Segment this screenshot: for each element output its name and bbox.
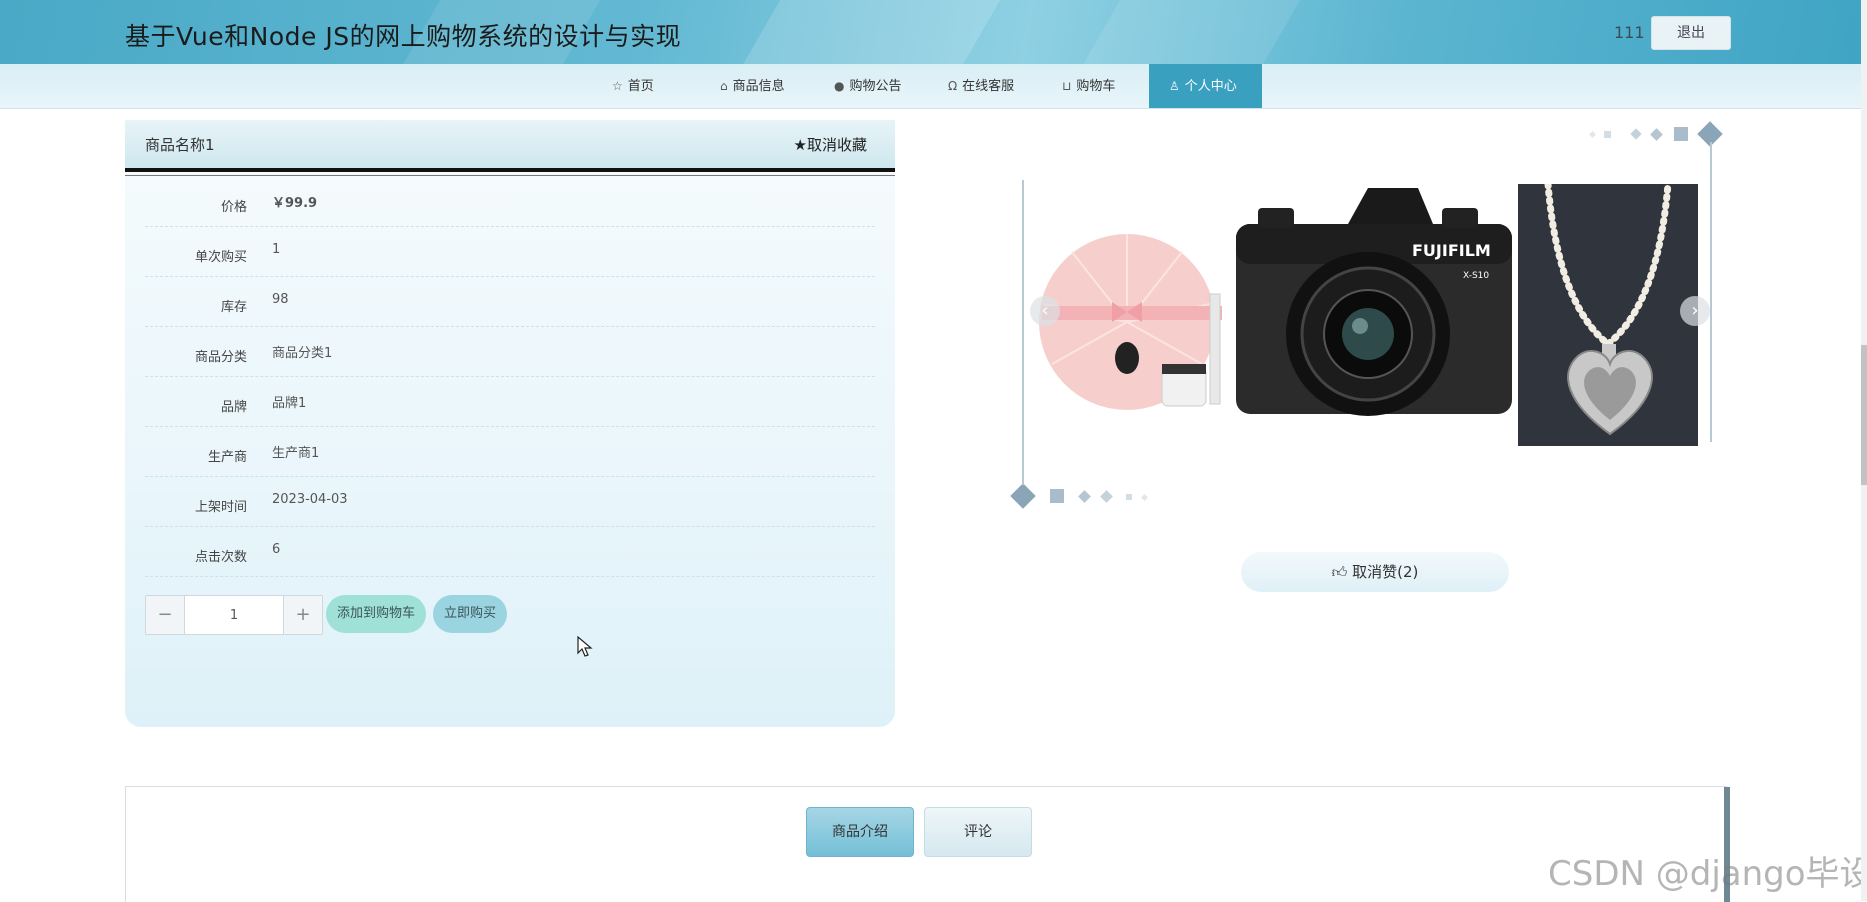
field-value: 商品分类1	[272, 346, 333, 361]
detail-row-category: 商品分类 商品分类1	[145, 326, 875, 377]
square-decoration	[1674, 127, 1688, 141]
top-header: 基于Vue和Node JS的网上购物系统的设计与实现 111 退出	[0, 0, 1867, 64]
user-icon: ♙	[1169, 79, 1180, 93]
cosmetics-image[interactable]	[1032, 184, 1228, 446]
info-circle-icon: ●	[834, 79, 845, 93]
product-name: 商品名称1	[145, 136, 215, 154]
add-to-cart-button[interactable]: 添加到购物车	[326, 595, 426, 633]
field-label: 库存	[220, 300, 247, 315]
cart-icon: ⊔	[1062, 79, 1072, 93]
quantity-stepper: − +	[145, 595, 323, 635]
header-decoration	[728, 0, 1012, 64]
star-outline-icon: ☆	[612, 79, 623, 93]
square-decoration	[1604, 131, 1611, 138]
nav-item-announcements[interactable]: ● 购物公告	[834, 64, 902, 108]
field-label: 上架时间	[194, 500, 247, 515]
diamond-decoration	[1650, 128, 1663, 141]
product-header: 商品名称1 ★取消收藏	[125, 120, 895, 176]
bag-icon: ⌂	[720, 79, 728, 93]
diamond-decoration	[1140, 493, 1149, 502]
site-title: 基于Vue和Node JS的网上购物系统的设计与实现	[125, 22, 682, 51]
carousel-next-button[interactable]: ›	[1680, 296, 1710, 326]
diamond-decoration	[1588, 130, 1597, 139]
nav-label: 购物车	[1076, 79, 1116, 94]
field-label: 商品分类	[194, 350, 247, 365]
main-nav: ☆ 首页 ⌂ 商品信息 ● 购物公告 Ω 在线客服 ⊔ 购物车 ♙ 个人中心	[0, 64, 1867, 109]
carousel-prev-button[interactable]: ‹	[1030, 296, 1060, 326]
detail-row-per-purchase: 单次购买 1	[145, 226, 875, 277]
star-icon: ★	[793, 136, 807, 154]
diamond-decoration	[1630, 128, 1642, 140]
nav-item-products[interactable]: ⌂ 商品信息	[720, 64, 785, 108]
unfavorite-button[interactable]: ★取消收藏	[794, 134, 867, 155]
field-label: 品牌	[220, 400, 247, 415]
field-label: 点击次数	[194, 550, 247, 565]
detail-row-brand: 品牌 品牌1	[145, 376, 875, 427]
nav-label: 个人中心	[1184, 79, 1237, 94]
camera-brand-text: FUJIFILM	[1412, 241, 1491, 260]
header-decoration	[1068, 0, 1312, 64]
field-value: 品牌1	[272, 396, 307, 411]
detail-row-stock: 库存 98	[145, 276, 875, 327]
field-value: 1	[272, 242, 281, 257]
field-label: 单次购买	[194, 250, 247, 265]
quantity-increase-button[interactable]: +	[283, 596, 322, 634]
unlike-label: 取消赞(2)	[1352, 563, 1419, 581]
headset-icon: Ω	[948, 79, 958, 93]
nav-item-customer-service[interactable]: Ω 在线客服	[948, 64, 1014, 108]
frame-line	[1022, 180, 1024, 485]
square-decoration	[1050, 489, 1064, 503]
field-value: 98	[272, 292, 289, 307]
diamond-decoration	[1010, 483, 1036, 509]
nav-label: 首页	[627, 79, 654, 94]
detail-row-manufacturer: 生产商 生产商1	[145, 426, 875, 477]
frame-line	[1710, 142, 1712, 442]
watermark: CSDN @django毕设	[1548, 854, 1867, 894]
field-value: 6	[272, 542, 281, 557]
carousel-slides: FUJIFILM X-S10	[1032, 184, 1698, 446]
nav-item-home[interactable]: ☆ 首页	[612, 64, 654, 108]
tab-comments[interactable]: 评论	[924, 807, 1032, 857]
field-label: 生产商	[207, 450, 247, 465]
nav-item-personal-center[interactable]: ♙ 个人中心	[1149, 64, 1262, 108]
username: 111	[1614, 23, 1645, 42]
product-tabs-panel: 商品介绍 评论	[125, 786, 1730, 902]
field-value: ￥99.9	[272, 196, 318, 211]
camera-model-text: X-S10	[1463, 271, 1489, 281]
square-decoration	[1126, 494, 1132, 500]
unlike-button[interactable]: 👍︎ 取消赞(2)	[1241, 552, 1509, 592]
quantity-decrease-button[interactable]: −	[146, 596, 185, 634]
detail-row-price: 价格 ￥99.9	[145, 176, 875, 227]
quantity-input[interactable]	[185, 596, 283, 634]
nav-item-cart[interactable]: ⊔ 购物车	[1062, 64, 1115, 108]
detail-row-clicks: 点击次数 6	[145, 526, 875, 577]
camera-image[interactable]: FUJIFILM X-S10	[1228, 184, 1518, 446]
nav-label: 在线客服	[962, 79, 1015, 94]
nav-label: 商品信息	[732, 79, 785, 94]
buy-now-button[interactable]: 立即购买	[433, 595, 507, 633]
scrollbar-thumb[interactable]	[1861, 345, 1867, 485]
necklace-image[interactable]	[1518, 184, 1698, 446]
logout-button[interactable]: 退出	[1651, 16, 1731, 50]
field-value: 2023-04-03	[272, 492, 348, 507]
diamond-decoration	[1100, 490, 1113, 503]
thumbs-up-icon: 👍︎	[1331, 563, 1348, 581]
field-value: 生产商1	[272, 446, 320, 461]
unfavorite-label: 取消收藏	[806, 136, 867, 154]
field-label: 价格	[220, 200, 247, 215]
detail-row-listed-date: 上架时间 2023-04-03	[145, 476, 875, 527]
nav-label: 购物公告	[849, 79, 902, 94]
diamond-decoration	[1078, 490, 1091, 503]
mouse-cursor-icon	[577, 636, 593, 657]
product-image-carousel: FUJIFILM X-S10 ‹ ›	[1008, 120, 1728, 510]
product-detail-panel: 商品名称1 ★取消收藏 价格 ￥99.9 单次购买 1 库存 98 商品分类 商…	[125, 120, 895, 727]
tab-product-intro[interactable]: 商品介绍	[806, 807, 914, 857]
